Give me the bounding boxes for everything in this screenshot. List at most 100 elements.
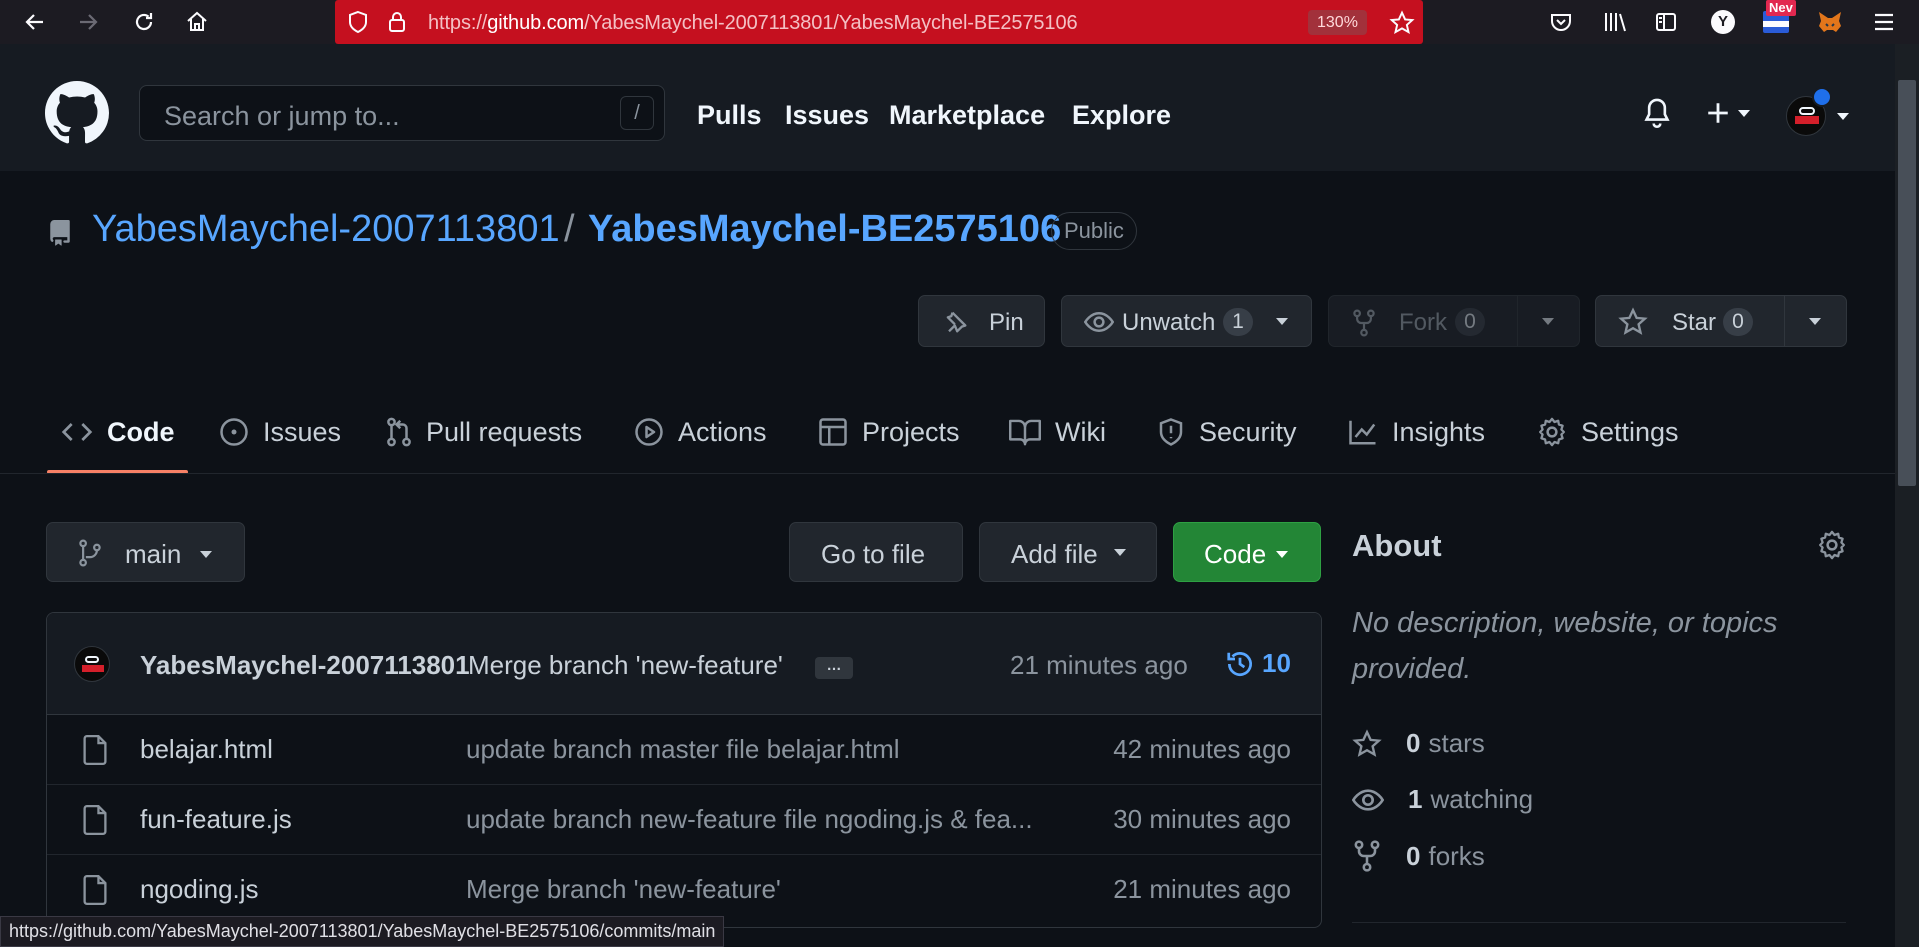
nav-issues[interactable]: Issues — [785, 100, 869, 131]
caret-down-icon — [1275, 316, 1289, 326]
commit-author-avatar[interactable] — [74, 646, 110, 682]
book-icon — [1009, 419, 1041, 446]
star-button[interactable]: Star 0 — [1595, 295, 1847, 347]
tab-label: Actions — [678, 416, 767, 447]
gear-icon[interactable] — [1817, 530, 1847, 560]
plus-icon — [1708, 103, 1728, 123]
graph-icon — [1349, 420, 1376, 445]
back-icon[interactable] — [21, 8, 49, 36]
star-icon — [1352, 728, 1382, 757]
github-header: Search or jump to... / Pulls Issues Mark… — [0, 44, 1895, 171]
issue-icon — [220, 418, 248, 446]
caret-down-icon[interactable] — [1541, 316, 1555, 326]
tab-settings[interactable]: Settings — [1537, 408, 1679, 456]
file-row[interactable]: ngoding.js Merge branch 'new-feature' 21… — [47, 855, 1321, 925]
file-row[interactable]: belajar.html update branch master file b… — [47, 715, 1321, 785]
tab-label: Pull requests — [426, 416, 583, 447]
lock-icon[interactable] — [387, 10, 407, 34]
notification-bell-icon[interactable] — [1641, 96, 1673, 130]
metamask-fox-icon[interactable] — [1816, 8, 1844, 36]
star-count: 0 — [1723, 308, 1753, 336]
fork-label: Fork — [1399, 309, 1447, 336]
file-commit-time[interactable]: 30 minutes ago — [1113, 804, 1291, 835]
file-name[interactable]: ngoding.js — [140, 874, 259, 905]
caret-down-icon[interactable] — [1808, 316, 1822, 326]
button-divider — [1784, 296, 1785, 346]
file-browser: YabesMaychel-2007113801 Merge branch 'ne… — [46, 612, 1322, 928]
commit-time[interactable]: 21 minutes ago — [1010, 650, 1188, 681]
status-dot — [1812, 87, 1832, 107]
tab-insights[interactable]: Insights — [1348, 408, 1485, 456]
file-commit-time[interactable]: 42 minutes ago — [1113, 734, 1291, 765]
caret-down-icon — [1837, 113, 1849, 120]
shield-icon[interactable] — [347, 10, 369, 34]
bookmark-star-icon[interactable] — [1389, 10, 1415, 36]
file-icon — [83, 735, 107, 765]
shield-icon — [1159, 418, 1183, 446]
reload-icon[interactable] — [130, 8, 158, 36]
forward-icon[interactable] — [74, 8, 102, 36]
file-commit-message[interactable]: update branch master file belajar.html — [466, 734, 1116, 765]
scrollbar-thumb[interactable] — [1898, 80, 1916, 486]
sidebar-icon[interactable] — [1652, 8, 1680, 36]
github-logo-icon[interactable] — [45, 81, 109, 145]
file-commit-time[interactable]: 21 minutes ago — [1113, 874, 1291, 905]
fork-button[interactable]: Fork 0 — [1328, 295, 1580, 347]
commit-author[interactable]: YabesMaychel-2007113801 — [140, 650, 470, 681]
nav-explore[interactable]: Explore — [1072, 100, 1171, 131]
file-name[interactable]: belajar.html — [140, 734, 273, 765]
forks-link[interactable]: 0 forks — [1352, 840, 1485, 872]
tab-actions[interactable]: Actions — [634, 408, 767, 456]
extension-icon[interactable]: Nev — [1762, 0, 1796, 36]
unwatch-button[interactable]: Unwatch 1 — [1061, 295, 1312, 347]
code-button[interactable]: Code — [1173, 522, 1321, 582]
about-divider — [1352, 922, 1846, 923]
file-name[interactable]: fun-feature.js — [140, 804, 292, 835]
tab-label: Wiki — [1055, 416, 1106, 447]
nav-pulls[interactable]: Pulls — [697, 100, 762, 131]
branch-selector[interactable]: main — [46, 522, 245, 582]
tab-label: Insights — [1392, 416, 1486, 447]
menu-icon[interactable] — [1870, 8, 1898, 36]
tab-security[interactable]: Security — [1157, 408, 1297, 456]
pin-button[interactable]: Pin — [918, 295, 1045, 347]
tab-pull-requests[interactable]: Pull requests — [386, 408, 582, 456]
create-new-dropdown[interactable] — [1705, 100, 1751, 126]
watching-link[interactable]: 1 watching — [1352, 784, 1533, 815]
tab-wiki[interactable]: Wiki — [1009, 408, 1106, 456]
zoom-level[interactable]: 130% — [1308, 10, 1367, 35]
tab-label: Projects — [862, 416, 960, 447]
library-icon[interactable] — [1602, 8, 1630, 36]
repo-path-separator: / — [564, 208, 575, 250]
browser-toolbar: https://github.com/YabesMaychel-20071138… — [0, 0, 1919, 44]
new-badge: Nev — [1766, 0, 1796, 16]
tab-code[interactable]: Code — [61, 408, 175, 456]
go-to-file-label: Go to file — [821, 539, 926, 569]
pocket-icon[interactable] — [1547, 8, 1575, 36]
tab-label: Code — [107, 416, 175, 447]
file-row[interactable]: fun-feature.js update branch new-feature… — [47, 785, 1321, 855]
url-bar[interactable]: https://github.com/YabesMaychel-20071138… — [335, 0, 1423, 44]
commit-expand-button[interactable]: … — [815, 657, 853, 679]
stars-link[interactable]: 0 stars — [1352, 728, 1485, 759]
code-label: Code — [1204, 539, 1267, 569]
nav-marketplace[interactable]: Marketplace — [889, 100, 1045, 131]
tab-projects[interactable]: Projects — [818, 408, 960, 456]
file-commit-message[interactable]: update branch new-feature file ngoding.j… — [466, 804, 1116, 835]
url-text[interactable]: https://github.com/YabesMaychel-20071138… — [428, 12, 1078, 35]
file-commit-message[interactable]: Merge branch 'new-feature' — [466, 874, 1116, 905]
eye-icon — [1084, 310, 1114, 334]
profile-avatar-icon[interactable]: Y — [1709, 8, 1737, 36]
commit-history-link[interactable]: 10 — [1225, 648, 1291, 679]
user-menu-dropdown[interactable] — [1786, 87, 1850, 136]
search-input[interactable]: Search or jump to... / — [139, 85, 665, 141]
home-icon[interactable] — [183, 8, 211, 36]
tab-issues[interactable]: Issues — [219, 408, 341, 456]
go-to-file-button[interactable]: Go to file — [789, 522, 963, 582]
pin-icon — [941, 308, 971, 336]
page-scrollbar[interactable] — [1895, 44, 1919, 947]
add-file-button[interactable]: Add file — [979, 522, 1157, 582]
repo-owner-link[interactable]: YabesMaychel-2007113801 — [92, 208, 560, 251]
repo-name-link[interactable]: YabesMaychel-BE2575106 — [588, 208, 1061, 251]
commit-message[interactable]: Merge branch 'new-feature' — [468, 650, 783, 681]
